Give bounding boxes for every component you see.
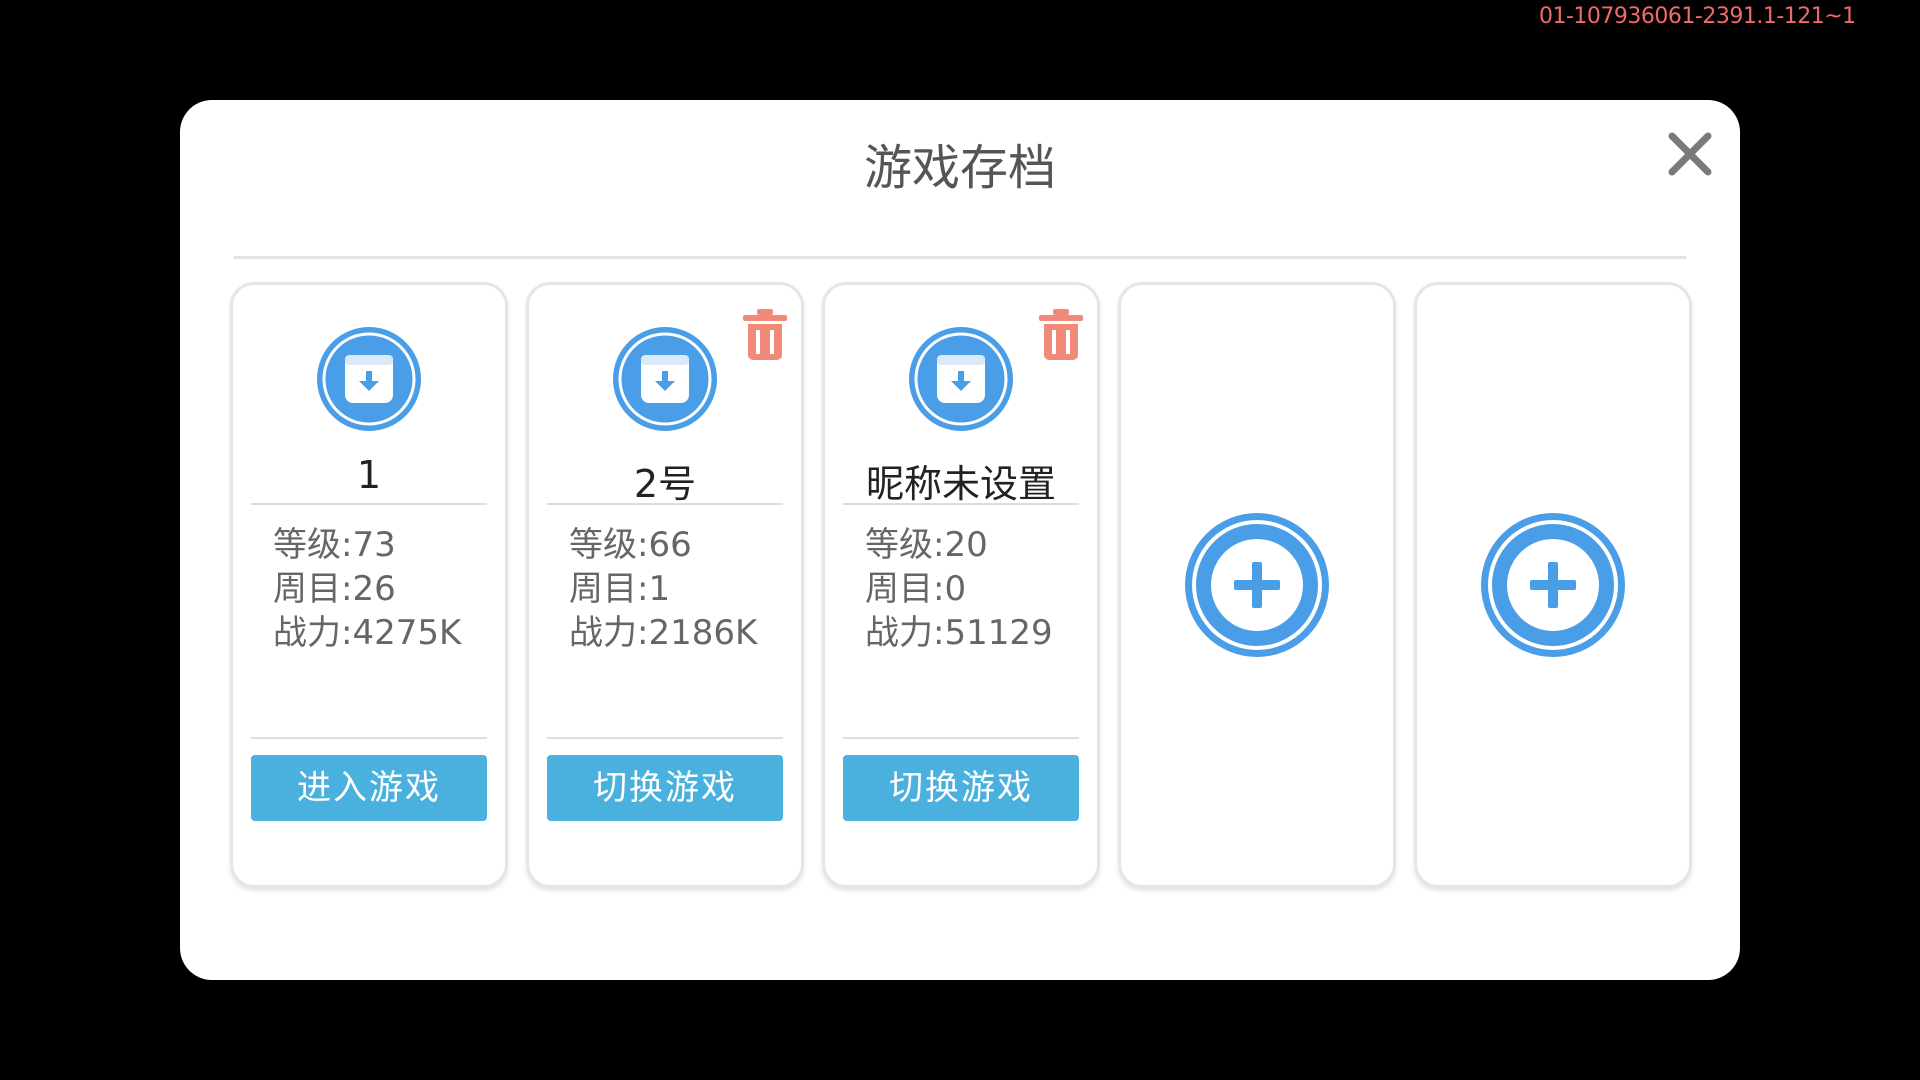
slot-name: 1 — [356, 453, 382, 497]
save-download-icon[interactable] — [611, 325, 719, 433]
save-slot-2: 2号 等级:66 周目:1 战力:2186K 切换游戏 — [526, 282, 804, 888]
title-divider — [234, 256, 1686, 259]
slot-divider — [843, 737, 1079, 739]
slot-level: 等级:20 — [865, 525, 988, 565]
slot-cycle: 周目:1 — [569, 569, 671, 609]
slot-level: 等级:73 — [273, 525, 396, 565]
switch-game-button[interactable]: 切换游戏 — [843, 755, 1079, 821]
slot-divider — [251, 737, 487, 739]
save-slot-3: 昵称未设置 等级:20 周目:0 战力:51129 切换游戏 — [822, 282, 1100, 888]
slot-name: 2号 — [633, 462, 697, 506]
switch-game-button[interactable]: 切换游戏 — [547, 755, 783, 821]
save-slot-1: 1 等级:73 周目:26 战力:4275K 进入游戏 — [230, 282, 508, 888]
build-id-label: 01-107936061-2391.1-121~1 — [1539, 4, 1856, 29]
close-button[interactable] — [1662, 126, 1718, 182]
add-icon[interactable] — [1479, 511, 1627, 659]
slot-divider — [843, 503, 1079, 505]
save-download-icon[interactable] — [907, 325, 1015, 433]
slot-stats: 等级:20 周目:0 战力:51129 — [865, 523, 1069, 655]
add-icon[interactable] — [1183, 511, 1331, 659]
trash-icon[interactable] — [741, 309, 789, 361]
slot-stats: 等级:73 周目:26 战力:4275K — [273, 523, 477, 655]
enter-game-button[interactable]: 进入游戏 — [251, 755, 487, 821]
slot-stats: 等级:66 周目:1 战力:2186K — [569, 523, 773, 655]
save-download-icon[interactable] — [315, 325, 423, 433]
slot-power: 战力:4275K — [273, 613, 462, 653]
dialog-title: 游戏存档 — [863, 140, 1056, 196]
close-icon — [1668, 132, 1712, 176]
empty-save-slot-5[interactable] — [1414, 282, 1692, 888]
empty-save-slot-4[interactable] — [1118, 282, 1396, 888]
slot-divider — [251, 503, 487, 505]
slot-power: 战力:51129 — [865, 613, 1053, 653]
slot-power: 战力:2186K — [569, 613, 758, 653]
slot-divider — [547, 737, 783, 739]
slot-level: 等级:66 — [569, 525, 692, 565]
slot-name: 昵称未设置 — [865, 462, 1056, 506]
trash-icon[interactable] — [1037, 309, 1085, 361]
slot-divider — [547, 503, 783, 505]
slot-cycle: 周目:0 — [865, 569, 967, 609]
save-slots-dialog: 游戏存档 1 等级:73 周目:26 战力:4275K 进入游戏 2号 等级:6… — [180, 100, 1740, 980]
slot-cycle: 周目:26 — [273, 569, 396, 609]
